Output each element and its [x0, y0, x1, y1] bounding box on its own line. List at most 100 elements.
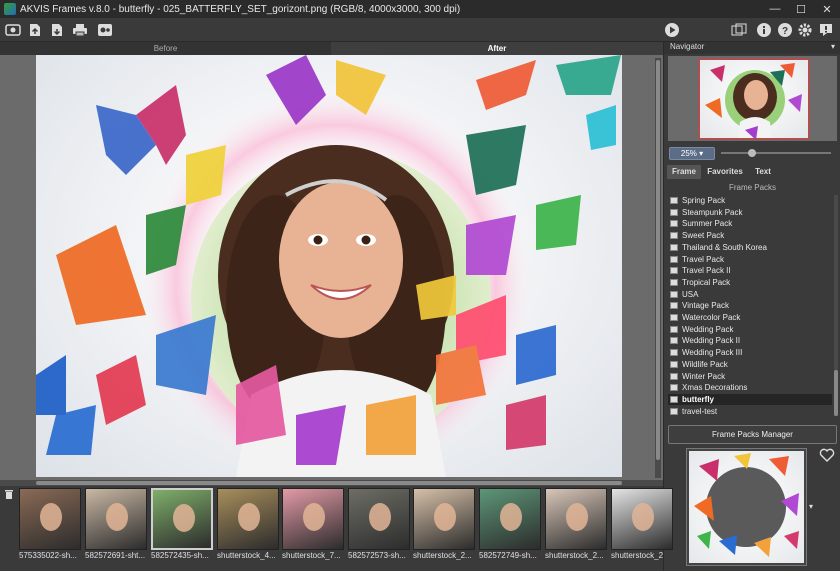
trash-icon[interactable] [4, 489, 14, 499]
maximize-button[interactable]: ☐ [788, 0, 814, 18]
scrollbar-thumb[interactable] [834, 370, 838, 416]
folder-icon [670, 372, 678, 380]
folder-icon [670, 349, 678, 357]
close-button[interactable]: ✕ [814, 0, 840, 18]
folder-icon [670, 384, 678, 392]
thumbnail-item[interactable]: 575335022-sh... [19, 488, 81, 562]
play-icon[interactable] [663, 21, 681, 39]
frame-pack-label: Sweet Pack [682, 231, 725, 241]
open-icon[interactable] [4, 21, 22, 39]
thumbnail-item[interactable]: shutterstock_7... [282, 488, 344, 562]
frame-preview-dropdown-icon[interactable]: ▾ [809, 502, 817, 511]
frame-pack-item[interactable]: Travel Pack [668, 254, 832, 265]
thumbnail-caption: 582572691-sht... [85, 551, 146, 560]
print-icon[interactable] [71, 21, 89, 39]
info-icon[interactable] [755, 21, 773, 39]
navigator-collapse-icon[interactable]: ▾ [831, 42, 835, 51]
thumbnail-item[interactable]: 582572749-sh... [479, 488, 541, 562]
thumbnail-item[interactable]: shutterstock_2 [611, 488, 673, 562]
frame-pack-item[interactable]: Xmas Decorations [668, 382, 832, 393]
help-icon[interactable]: ? [776, 21, 794, 39]
thumbnail-image[interactable] [479, 488, 541, 550]
frame-pack-item[interactable]: Wedding Pack II [668, 335, 832, 346]
frame-pack-item[interactable]: Spring Pack [668, 195, 832, 206]
thumbnail-image[interactable] [348, 488, 410, 550]
thumbnail-item[interactable]: 582572691-sht... [85, 488, 147, 562]
frame-pack-item[interactable]: Wedding Pack [668, 324, 832, 335]
image-canvas[interactable] [0, 55, 663, 480]
frame-pack-item[interactable]: Summer Pack [668, 218, 832, 229]
scrollbar-thumb[interactable] [656, 60, 660, 460]
scrollbar-thumb[interactable] [36, 481, 622, 485]
thumbnail-subject [173, 504, 195, 532]
tab-text[interactable]: Text [749, 165, 777, 179]
thumbnail-image[interactable] [545, 488, 607, 550]
frame-pack-item[interactable]: Steampunk Pack [668, 207, 832, 218]
frame-pack-item[interactable]: Watercolor Pack [668, 312, 832, 323]
tab-after[interactable]: After [331, 42, 663, 55]
frame-pack-label: Tropical Pack [682, 277, 731, 287]
tab-before[interactable]: Before [0, 42, 331, 55]
frame-packs-scrollbar[interactable] [834, 195, 838, 416]
thumbnail-image[interactable] [217, 488, 279, 550]
frame-pack-label: USA [682, 289, 699, 299]
thumbnail-item[interactable]: shutterstock_2... [413, 488, 475, 562]
upload-icon[interactable] [26, 21, 44, 39]
thumbnail-subject [566, 503, 588, 531]
frame-pack-item[interactable]: Wedding Pack III [668, 347, 832, 358]
navigator-header: Navigator ▾ [664, 42, 840, 54]
frame-pack-item[interactable]: Travel Pack II [668, 265, 832, 276]
thumbnail-caption: shutterstock_2 [611, 551, 664, 560]
save-icon[interactable] [48, 21, 66, 39]
thumbnail-subject [369, 503, 391, 531]
thumbnail-subject [434, 503, 456, 531]
thumbnail-subject [238, 503, 260, 531]
favorite-heart-icon[interactable] [819, 448, 835, 462]
frame-pack-item[interactable]: Wildlife Pack [668, 359, 832, 370]
thumbnail-caption: 575335022-sh... [19, 551, 77, 560]
frame-pack-item[interactable]: Tropical Pack [668, 277, 832, 288]
panel-tabs: Frame Favorites Text [667, 165, 838, 179]
thumbnail-image[interactable] [19, 488, 81, 550]
frame-pack-label: Wedding Pack II [682, 336, 741, 346]
folder-icon [670, 325, 678, 333]
frame-pack-item[interactable]: butterfly [668, 393, 832, 405]
thumbnail-image[interactable] [282, 488, 344, 550]
navigator-preview[interactable] [668, 56, 837, 141]
title-bar: AKVIS Frames v.8.0 - butterfly - 025_BAT… [0, 0, 840, 18]
thumbnail-image[interactable] [151, 488, 213, 550]
frame-packs-list: Spring Pack Steampunk Pack Summer Pack Swee… [668, 195, 832, 416]
thumbnail-caption: shutterstock_2... [413, 551, 472, 560]
zoom-select[interactable]: 25% ▾ [669, 147, 715, 160]
tab-frame[interactable]: Frame [667, 165, 701, 179]
thumbnail-item[interactable]: shutterstock_2... [545, 488, 607, 562]
frame-packs-manager-button[interactable]: Frame Packs Manager [668, 425, 837, 444]
canvas-vertical-scrollbar[interactable] [655, 58, 661, 478]
batch-icon[interactable] [96, 21, 114, 39]
frame-pack-item[interactable]: Winter Pack [668, 371, 832, 382]
frame-pack-item[interactable]: Vintage Pack [668, 300, 832, 311]
thumbnail-item[interactable]: shutterstock_4... [217, 488, 279, 562]
tab-favorites[interactable]: Favorites [703, 165, 747, 179]
display-mode-icon[interactable] [730, 21, 748, 39]
thumbnail-item[interactable]: 582572573-sh... [348, 488, 410, 562]
frame-pack-item[interactable]: USA [668, 289, 832, 300]
zoom-slider[interactable] [721, 149, 831, 157]
frame-pack-item[interactable]: Thailand & South Korea [668, 242, 832, 253]
settings-icon[interactable] [796, 21, 814, 39]
frame-preview[interactable] [686, 448, 807, 566]
frame-pack-label: Xmas Decorations [682, 383, 748, 393]
zoom-slider-knob[interactable] [748, 149, 756, 157]
frame-pack-label: Vintage Pack [682, 301, 729, 311]
navigator-viewport[interactable] [699, 59, 809, 139]
minimize-button[interactable]: — [762, 0, 788, 18]
thumbnail-item[interactable]: 582572435-sh... [151, 488, 213, 562]
frame-pack-item[interactable]: travel-test [668, 406, 832, 416]
folder-icon [670, 232, 678, 240]
thumbnail-image[interactable] [611, 488, 673, 550]
thumbnail-image[interactable] [413, 488, 475, 550]
frame-pack-item[interactable]: Sweet Pack [668, 230, 832, 241]
alert-icon[interactable] [817, 21, 835, 39]
frame-pack-label: Thailand & South Korea [682, 242, 767, 252]
thumbnail-image[interactable] [85, 488, 147, 550]
